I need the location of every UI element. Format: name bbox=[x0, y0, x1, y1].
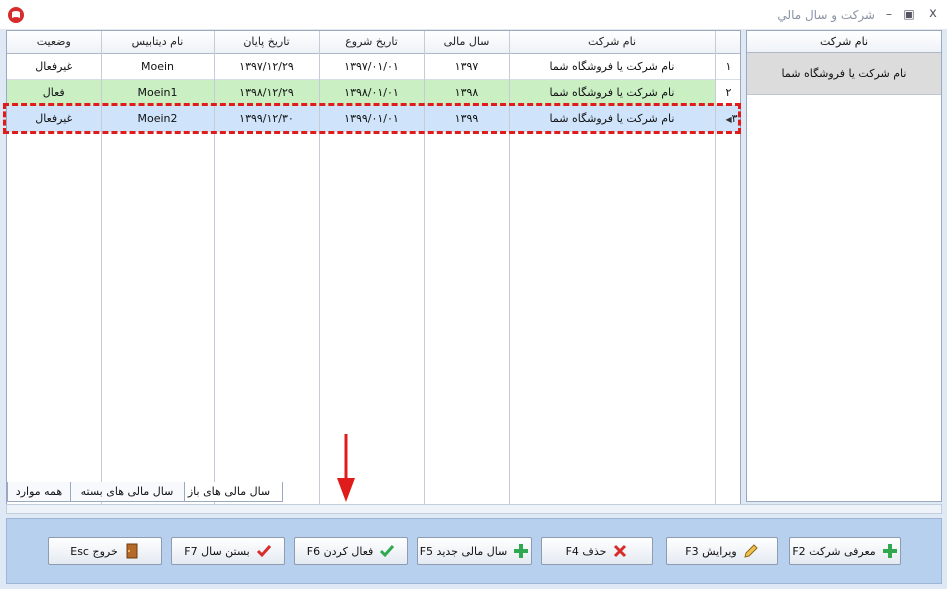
cell-company: نام شرکت یا فروشگاه شما bbox=[509, 53, 716, 80]
grid-filter-tabs: سال مالی های باز سال مالی های بسته همه م… bbox=[6, 482, 741, 504]
cell-end-date: ۱۳۹۸/۱۲/۲۹ bbox=[214, 79, 320, 106]
exit-label: خروج Esc bbox=[70, 544, 118, 558]
close-year-button[interactable]: بستن سال F7 bbox=[171, 537, 285, 565]
edit-label: ویرایش F3 bbox=[685, 544, 737, 558]
tab-closed-years[interactable]: سال مالی های بسته bbox=[69, 482, 185, 502]
cell-row-number: ۱ bbox=[715, 53, 740, 80]
fiscal-years-grid[interactable]: وضعیت نام دیتابیس تاریخ پایان تاریخ شروع… bbox=[6, 30, 741, 510]
delete-label: حذف F4 bbox=[565, 544, 607, 558]
cell-row-number: ۲ bbox=[715, 79, 740, 106]
exit-button[interactable]: خروج Esc bbox=[48, 537, 162, 565]
plus-icon bbox=[882, 543, 898, 559]
tab-all[interactable]: همه موارد bbox=[7, 482, 71, 502]
title-bar: شركت و سال مالي – ▣ x bbox=[0, 0, 947, 30]
cell-start-date: ۱۳۹۷/۰۱/۰۱ bbox=[319, 53, 425, 80]
new-company-button[interactable]: معرفی شرکت F2 bbox=[789, 537, 901, 565]
company-list-panel: نام شرکت نام شرکت یا فروشگاه شما bbox=[746, 30, 942, 502]
column-header-status[interactable]: وضعیت bbox=[7, 31, 102, 54]
checkmark-icon bbox=[379, 543, 395, 559]
grid-header-row: وضعیت نام دیتابیس تاریخ پایان تاریخ شروع… bbox=[7, 31, 740, 54]
maximize-button[interactable]: ▣ bbox=[901, 6, 917, 22]
close-button[interactable]: x bbox=[925, 6, 941, 22]
column-header-rownum bbox=[715, 31, 740, 54]
table-row[interactable]: فعال Moein1 ۱۳۹۸/۱۲/۲۹ ۱۳۹۸/۰۱/۰۱ ۱۳۹۸ ن… bbox=[7, 79, 740, 106]
new-company-label: معرفی شرکت F2 bbox=[792, 544, 876, 558]
checkmark-icon bbox=[256, 543, 272, 559]
annotation-arrow-icon bbox=[337, 434, 355, 502]
pencil-icon bbox=[743, 543, 759, 559]
action-toolbar: معرفی شرکت F2 ویرایش F3 حذف F4 سال مالی … bbox=[6, 518, 942, 584]
activate-label: فعال کردن F6 bbox=[306, 544, 374, 558]
tab-open-years[interactable]: سال مالی های باز bbox=[175, 482, 283, 502]
selection-highlight-frame bbox=[3, 103, 741, 134]
column-header-database[interactable]: نام دیتابیس bbox=[101, 31, 215, 54]
activate-button[interactable]: فعال کردن F6 bbox=[294, 537, 408, 565]
column-header-start-date[interactable]: تاریخ شروع bbox=[319, 31, 425, 54]
company-list-item[interactable]: نام شرکت یا فروشگاه شما bbox=[747, 53, 941, 95]
new-fiscal-year-label: سال مالی جدید F5 bbox=[419, 544, 508, 558]
close-year-label: بستن سال F7 bbox=[184, 544, 250, 558]
cell-status: غیرفعال bbox=[7, 53, 102, 80]
cell-start-date: ۱۳۹۸/۰۱/۰۱ bbox=[319, 79, 425, 106]
cell-fiscal-year: ۱۳۹۷ bbox=[424, 53, 510, 80]
plus-icon bbox=[513, 543, 529, 559]
cell-end-date: ۱۳۹۷/۱۲/۲۹ bbox=[214, 53, 320, 80]
separator-strip bbox=[6, 504, 942, 514]
window-title: شركت و سال مالي bbox=[777, 8, 875, 22]
delete-x-icon bbox=[612, 543, 628, 559]
cell-database: Moein1 bbox=[101, 79, 215, 106]
window-body: وضعیت نام دیتابیس تاریخ پایان تاریخ شروع… bbox=[0, 30, 947, 589]
column-header-company[interactable]: نام شرکت bbox=[509, 31, 716, 54]
cell-database: Moein bbox=[101, 53, 215, 80]
cell-status: فعال bbox=[7, 79, 102, 106]
delete-button[interactable]: حذف F4 bbox=[541, 537, 653, 565]
minimize-button[interactable]: – bbox=[881, 6, 897, 22]
edit-button[interactable]: ویرایش F3 bbox=[666, 537, 778, 565]
company-list-header[interactable]: نام شرکت bbox=[747, 31, 941, 53]
app-logo-icon bbox=[8, 7, 24, 23]
column-header-end-date[interactable]: تاریخ پایان bbox=[214, 31, 320, 54]
new-fiscal-year-button[interactable]: سال مالی جدید F5 bbox=[417, 537, 532, 565]
door-exit-icon bbox=[124, 543, 140, 559]
table-row[interactable]: غیرفعال Moein ۱۳۹۷/۱۲/۲۹ ۱۳۹۷/۰۱/۰۱ ۱۳۹۷… bbox=[7, 53, 740, 80]
column-header-fiscal-year[interactable]: سال مالی bbox=[424, 31, 510, 54]
cell-fiscal-year: ۱۳۹۸ bbox=[424, 79, 510, 106]
cell-company: نام شرکت یا فروشگاه شما bbox=[509, 79, 716, 106]
